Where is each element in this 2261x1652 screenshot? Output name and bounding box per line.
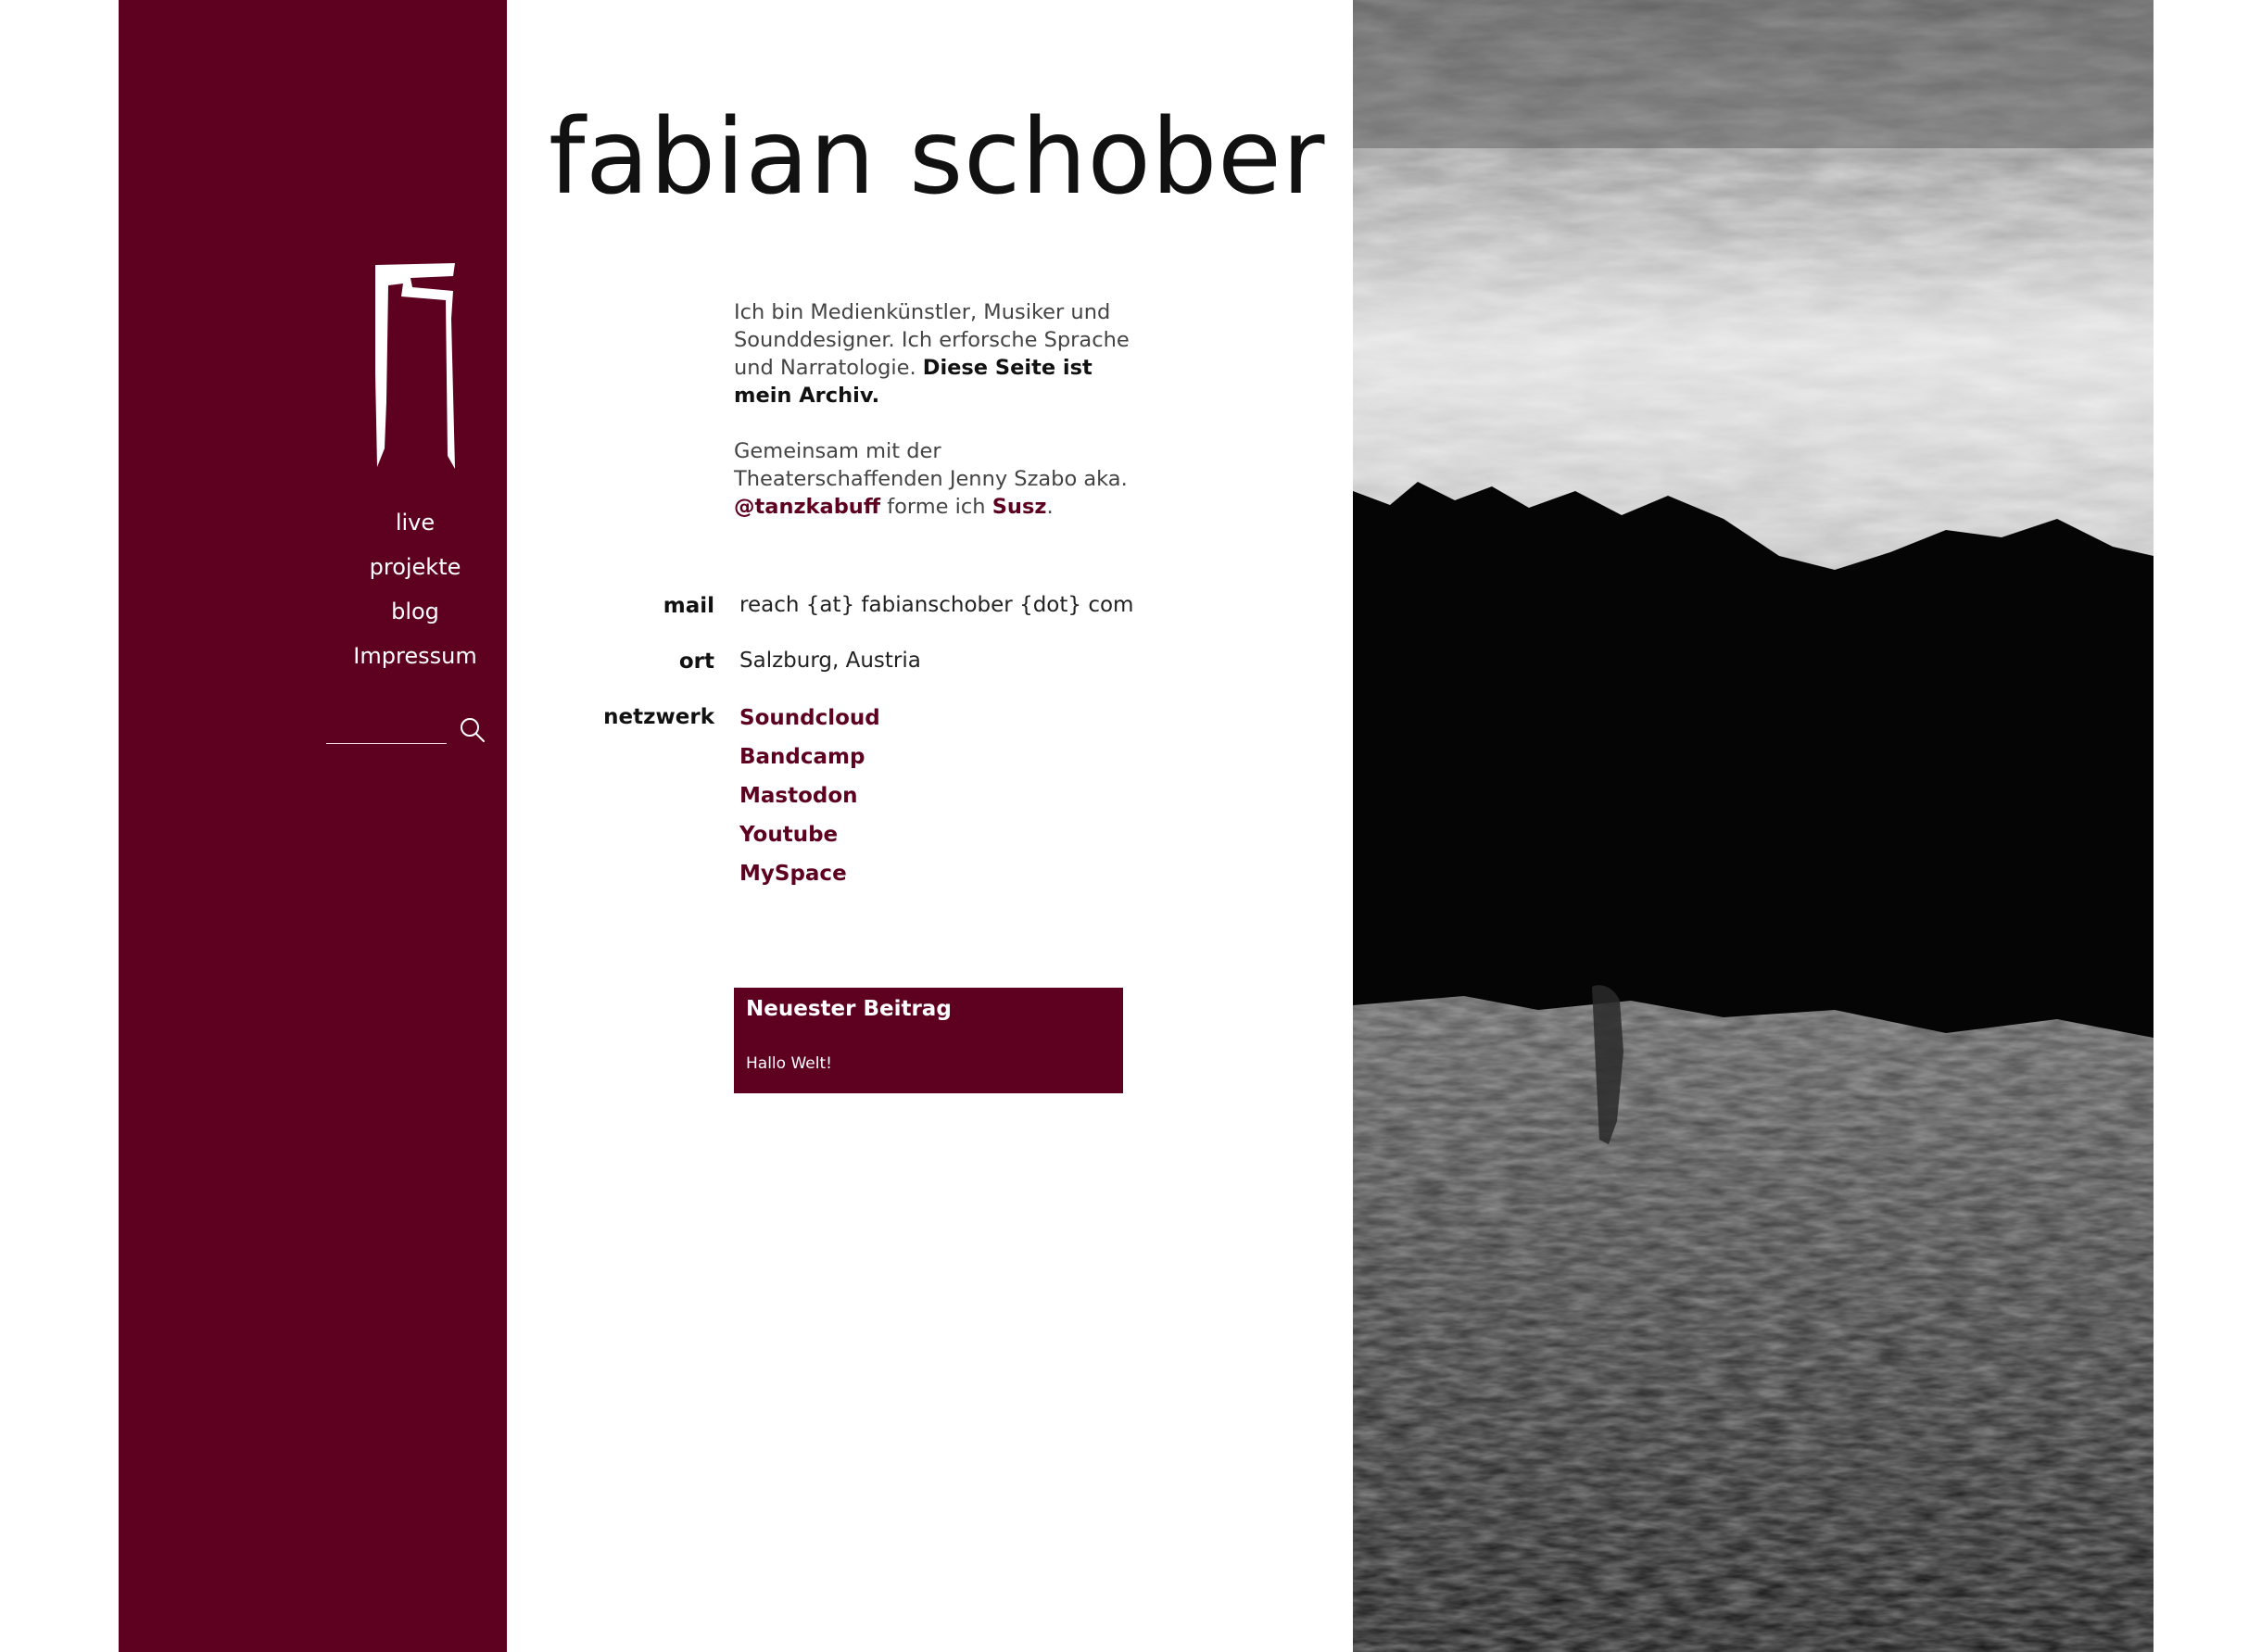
myspace-link[interactable]: MySpace <box>739 862 847 886</box>
sidebar: live projekte blog Impressum <box>119 0 507 1652</box>
page-title: fabian schober <box>549 97 1325 218</box>
intro-text-2b: forme ich <box>880 495 992 519</box>
nav-item-live[interactable]: live <box>396 508 435 537</box>
latest-post-box: Neuester Beitrag Hallo Welt! <box>734 988 1123 1093</box>
search-icon[interactable] <box>458 715 487 745</box>
mastodon-link[interactable]: Mastodon <box>739 784 858 808</box>
intro-text-2c: . <box>1046 495 1054 519</box>
netzwerk-label: netzwerk <box>603 705 714 729</box>
soundcloud-link[interactable]: Soundcloud <box>739 706 880 730</box>
mail-label: mail <box>663 594 714 618</box>
intro-text: Ich bin Medienkünstler, Musiker und Soun… <box>734 298 1132 549</box>
latest-post-link[interactable]: Hallo Welt! <box>746 1054 832 1073</box>
tanzkabuff-link[interactable]: @tanzkabuff <box>734 495 880 519</box>
nav-item-projekte[interactable]: projekte <box>370 552 461 582</box>
nav-item-blog[interactable]: blog <box>391 597 439 626</box>
ort-value: Salzburg, Austria <box>739 649 921 673</box>
intro-paragraph-1: Ich bin Medienkünstler, Musiker und Soun… <box>734 298 1132 410</box>
search-input[interactable] <box>326 712 447 744</box>
youtube-link[interactable]: Youtube <box>739 823 838 847</box>
intro-text-2a: Gemeinsam mit der Theaterschaffenden Jen… <box>734 439 1128 491</box>
search-form <box>326 704 489 749</box>
bandcamp-link[interactable]: Bandcamp <box>739 745 865 769</box>
mail-value: reach {at} fabianschober {dot} com <box>739 593 1134 617</box>
nav-item-impressum[interactable]: Impressum <box>353 641 476 671</box>
ort-label: ort <box>678 649 714 674</box>
intro-paragraph-2: Gemeinsam mit der Theaterschaffenden Jen… <box>734 437 1132 521</box>
susz-link[interactable]: Susz <box>992 495 1047 519</box>
hero-landscape-image <box>1353 0 2154 1652</box>
torn-frame-logo-icon[interactable] <box>373 263 457 469</box>
latest-post-heading: Neuester Beitrag <box>746 997 952 1021</box>
